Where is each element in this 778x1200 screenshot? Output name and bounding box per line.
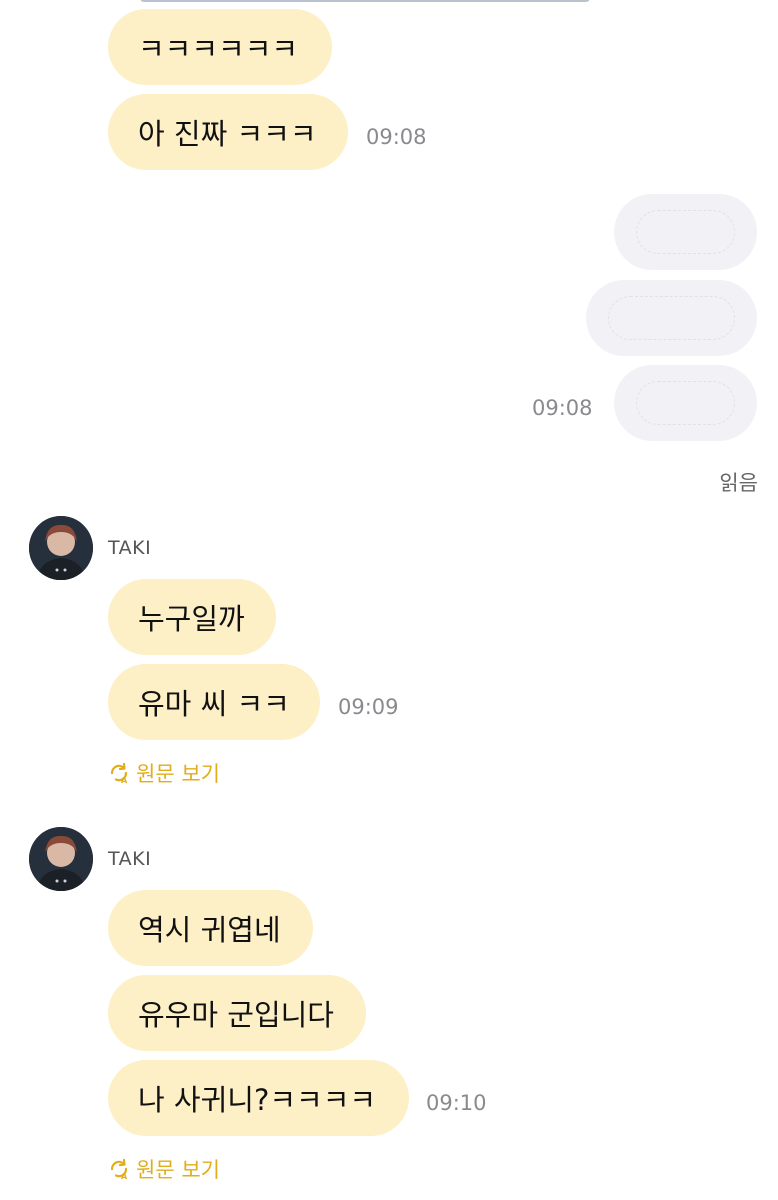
message-timestamp: 09:10 xyxy=(426,1091,487,1115)
avatar-image xyxy=(29,827,93,891)
read-receipt: 읽음 xyxy=(719,471,758,495)
message-text: 누구일까 xyxy=(138,602,245,636)
message-bubble[interactable]: 유우마 군입니다 xyxy=(108,975,366,1051)
message-text: 아 진짜 ㅋㅋㅋ xyxy=(138,117,317,151)
sender-name: TAKI xyxy=(108,537,152,559)
redacted-content xyxy=(608,296,735,340)
message-text: 역시 귀엽네 xyxy=(138,913,281,947)
avatar-image xyxy=(29,516,93,580)
message-timestamp: 09:08 xyxy=(532,396,593,420)
refresh-translate-icon: A xyxy=(110,1158,128,1180)
svg-text:A: A xyxy=(121,1172,128,1180)
message-bubble[interactable]: 나 사귀니?ㅋㅋㅋㅋ xyxy=(108,1060,409,1136)
message-text: ㅋㅋㅋㅋㅋㅋ xyxy=(138,32,299,66)
outgoing-message-bubble[interactable] xyxy=(614,194,757,270)
avatar[interactable] xyxy=(29,827,93,891)
message-text: 유우마 군입니다 xyxy=(138,998,334,1032)
refresh-translate-icon: A xyxy=(110,762,128,784)
avatar[interactable] xyxy=(29,516,93,580)
previous-media-edge xyxy=(140,0,590,2)
message-bubble[interactable]: 누구일까 xyxy=(108,579,276,655)
redacted-content xyxy=(636,210,735,254)
message-timestamp: 09:09 xyxy=(338,695,399,719)
view-original-link[interactable]: A 원문 보기 xyxy=(108,758,220,788)
redacted-content xyxy=(636,381,735,425)
message-bubble[interactable]: 아 진짜 ㅋㅋㅋ xyxy=(108,94,348,170)
view-original-label: 원문 보기 xyxy=(136,762,220,786)
message-bubble[interactable]: ㅋㅋㅋㅋㅋㅋ xyxy=(108,9,332,85)
outgoing-message-bubble[interactable] xyxy=(586,280,757,356)
outgoing-message-bubble[interactable] xyxy=(614,365,757,441)
view-original-label: 원문 보기 xyxy=(136,1158,220,1182)
svg-text:A: A xyxy=(121,776,128,784)
message-timestamp: 09:08 xyxy=(366,125,427,149)
message-text: 나 사귀니?ㅋㅋㅋㅋ xyxy=(138,1083,377,1117)
view-original-link[interactable]: A 원문 보기 xyxy=(108,1154,220,1184)
message-bubble[interactable]: 역시 귀엽네 xyxy=(108,890,313,966)
message-bubble[interactable]: 유마 씨 ㅋㅋ xyxy=(108,664,320,740)
message-text: 유마 씨 ㅋㅋ xyxy=(138,687,290,721)
sender-name: TAKI xyxy=(108,848,152,870)
